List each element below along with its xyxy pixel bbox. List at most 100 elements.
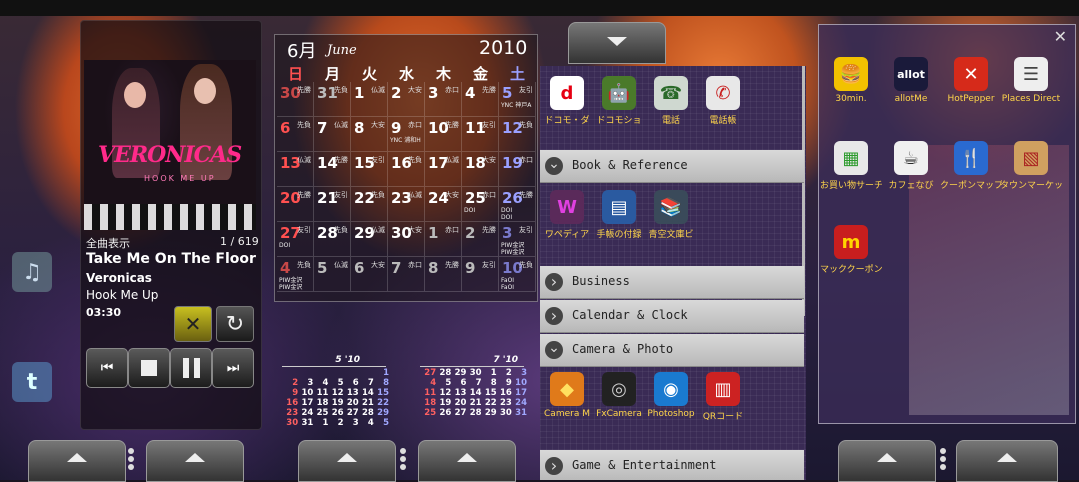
calendar-day-cell[interactable]: 23 仏滅 [388,187,425,222]
previous-button[interactable]: ⏮ [86,348,128,388]
app-shortcut[interactable]: 🍔 30min. [820,57,882,104]
mini-calendar-day: 22 [377,398,389,408]
calendar-day-cell[interactable]: 3 友引 PIW金沢 PIW金沢 [499,222,536,257]
calendar-day-cell[interactable]: 2 先勝 [462,222,499,257]
calendar-day-cell[interactable]: 9 赤口 YNC 浦和H [388,117,425,152]
calendar-day-cell[interactable]: 10 先負 FaOI FaOI [499,257,536,292]
calendar-day-cell[interactable]: 6 大安 [351,257,388,292]
shopping-search-icon: ▦ [834,141,868,175]
dock-handle-center-2[interactable] [418,440,516,482]
calendar-day-cell[interactable]: 4 先勝 [462,82,499,117]
chevron-up-icon [185,453,205,462]
calendar-day-cell[interactable]: 30 大安 [388,222,425,257]
dock-handle-left-1[interactable] [28,440,126,482]
calendar-day-cell[interactable]: 8 大安 [351,117,388,152]
app-shortcut[interactable]: m マッククーポン [820,225,882,275]
calendar-day-cell[interactable]: 9 友引 [462,257,499,292]
shuffle-button[interactable]: ✕ [174,306,212,342]
town-market-icon: ▧ [1014,141,1048,175]
calendar-day-cell[interactable]: 10 先勝 [425,117,462,152]
calendar-day-cell[interactable]: 1 赤口 [425,222,462,257]
dock-handle-center-1[interactable] [298,440,396,482]
stop-button[interactable] [128,348,170,388]
status-bar [0,0,1079,16]
category-header[interactable]: › Calendar & Clock [540,300,804,333]
calendar-day-cell[interactable]: 6 先負 [277,117,314,152]
calendar-day-cell[interactable]: 25 赤口 DOI [462,187,499,222]
mini-calendar-day: 25 [424,408,437,418]
category-header[interactable]: ⌄ Book & Reference [540,150,804,183]
app-shortcut[interactable]: ▧ タウンマーケット [1000,141,1062,191]
calendar-day-cell[interactable]: 18 大安 [462,152,499,187]
calendar-day-cell[interactable]: 31 先負 [314,82,351,117]
app-drawer[interactable]: d ドコモ・ダ 🤖 ドコモショ ☎ 電話 ✆ 電話帳 ⌄ Book & Reference › Bus… [540,66,806,480]
twitter-shortcut-icon[interactable]: t [12,362,52,402]
pause-button[interactable] [170,348,212,388]
mini-calendar-table: 27 28 29 30 1 2 3 4 5 6 7 8 9 10 11 12 13 14 15 16 17 18 19 20 2… [422,368,528,418]
dock-handle-right-2[interactable] [956,440,1058,482]
calendar-rokuyo-label: 赤口 [445,226,459,234]
calendar-day-cell[interactable]: 27 友引 DOI [277,222,314,257]
calendar-day-cell[interactable]: 29 仏滅 [351,222,388,257]
calendar-widget[interactable]: 6月 June 2010 30 先勝 31 先負 1 仏滅 2 大安 3 赤口 4 先勝 5 友引 YNC … [274,34,538,302]
calendar-day-cell[interactable]: 14 先勝 [314,152,351,187]
calendar-day-cell[interactable]: 13 仏滅 [277,152,314,187]
app-shortcut[interactable]: ✕ HotPepper [940,57,1002,104]
calendar-day-cell[interactable]: 28 先負 [314,222,351,257]
page-indicator-dots[interactable] [126,446,140,472]
calendar-day-cell[interactable]: 30 先勝 [277,82,314,117]
calendar-day-cell[interactable]: 2 大安 [388,82,425,117]
calendar-day-cell[interactable]: 5 友引 YNC 神戸A [499,82,536,117]
calendar-day-cell[interactable]: 3 赤口 [425,82,462,117]
mini-calendar-july[interactable]: 7 '10 27 28 29 30 1 2 3 4 5 6 7 8 9 10 11 12 13 14 15 16 17 1… [416,355,528,418]
cafe-navi-icon: ☕ [894,141,928,175]
mini-calendar-day: 1 [322,418,329,428]
album-art[interactable]: VERONICAS HOOK ME UP [84,60,256,230]
app-shortcut[interactable]: ✆ 電話帳 [692,76,754,126]
calendar-day-cell[interactable]: 7 赤口 [388,257,425,292]
app-shortcut[interactable]: ☰ Places Direct [1000,57,1062,104]
calendar-day-cell[interactable]: 7 仏滅 [314,117,351,152]
app-shortcut[interactable]: allot allotMe [880,57,942,104]
weekday-label: 水 [398,65,414,83]
calendar-day-cell[interactable]: 4 先負 PIW金沢 PIW金沢 [277,257,314,292]
app-shortcut[interactable]: ▥ QRコード [692,372,754,422]
dock-handle-right-1[interactable] [838,440,936,482]
calendar-day-cell[interactable]: 19 赤口 [499,152,536,187]
app-shortcut[interactable]: ☕ カフェなび [880,141,942,191]
dock-handle-left-2[interactable] [146,440,244,482]
app-folder[interactable]: ✕ 🍔 30min. allot allotMe ✕ HotPepper ☰ Places D… [818,24,1076,424]
repeat-button[interactable]: ↻ [216,306,254,342]
mini-calendar-may[interactable]: 5 '10 1 2 3 4 5 6 7 8 9 10 11 12 13 14 15 16 17 18 19 20 21 2… [278,355,390,428]
list-mode-label[interactable]: 全曲表示 [86,235,130,251]
close-icon[interactable]: ✕ [1054,27,1067,46]
calendar-day-cell[interactable]: 17 仏滅 [425,152,462,187]
calendar-day-number: 6 [354,259,365,277]
calendar-day-cell[interactable]: 24 大安 [425,187,462,222]
calendar-day-cell[interactable]: 8 先勝 [425,257,462,292]
calendar-day-cell[interactable]: 22 先負 [351,187,388,222]
mini-calendar-day: 10 [301,388,314,398]
calendar-day-cell[interactable]: 26 先勝 DOI DOI [499,187,536,222]
calendar-day-cell[interactable]: 12 先負 [499,117,536,152]
category-header[interactable]: › Game & Entertainment [540,450,804,480]
calendar-day-cell[interactable]: 15 友引 [351,152,388,187]
chevron-right-icon: › [545,273,563,291]
calendar-day-cell[interactable]: 21 友引 [314,187,351,222]
category-header[interactable]: ⌄ Camera & Photo [540,334,804,367]
drawer-handle[interactable] [568,22,666,64]
calendar-day-cell[interactable]: 16 先負 [388,152,425,187]
app-shortcut[interactable]: 📚 青空文庫ビ [640,190,702,240]
app-shortcut[interactable]: 🍴 クーポンマップ [940,141,1002,191]
calendar-day-cell[interactable]: 5 仏滅 [314,257,351,292]
app-shortcut[interactable]: ▦ お買い物サーチ [820,141,882,191]
calendar-day-cell[interactable]: 20 先勝 [277,187,314,222]
category-header[interactable]: › Business [540,266,804,299]
page-indicator-dots[interactable] [938,446,952,472]
next-button[interactable]: ⏭ [212,348,254,388]
calendar-day-cell[interactable]: 1 仏滅 [351,82,388,117]
page-indicator-dots[interactable] [398,446,412,472]
calendar-day-number: 1 [428,224,439,242]
music-shortcut-icon[interactable]: ♫ [12,252,52,292]
calendar-day-cell[interactable]: 11 友引 [462,117,499,152]
